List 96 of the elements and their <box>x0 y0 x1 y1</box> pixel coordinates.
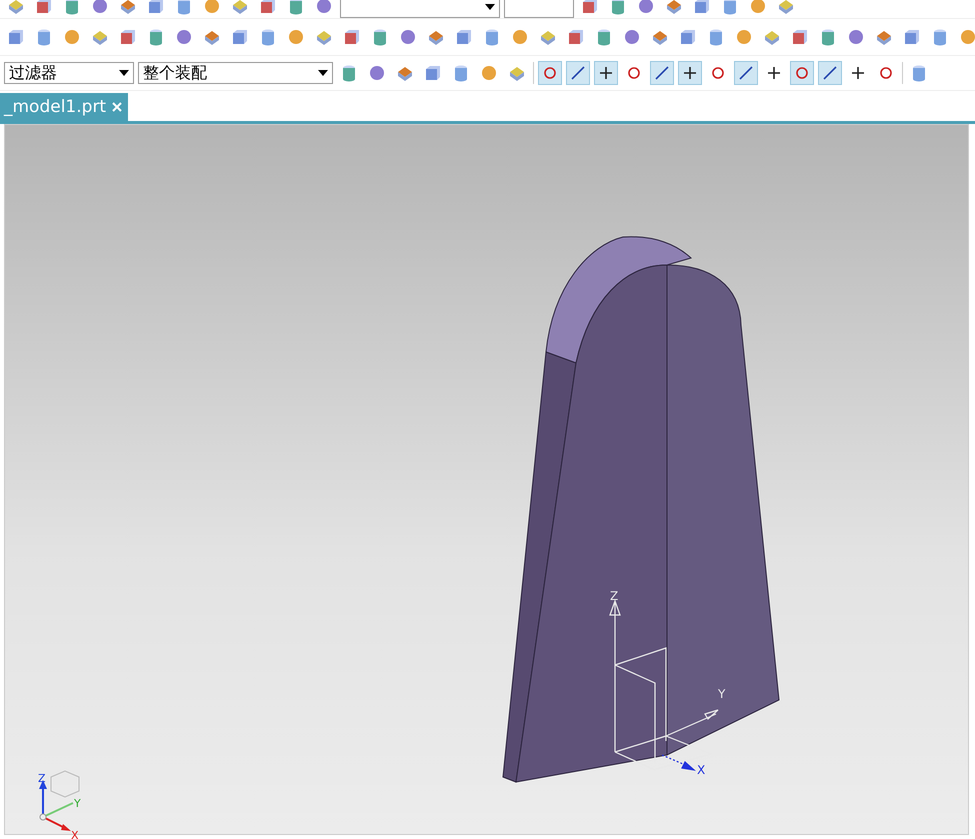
toolbar-icon <box>91 0 109 15</box>
toolbar-icon <box>483 28 501 46</box>
toolbar-icon <box>931 28 949 46</box>
snap-button[interactable] <box>734 61 758 85</box>
axis-label: Y <box>74 797 81 810</box>
toolbar-icon <box>396 64 414 82</box>
toolbar-icon <box>147 28 165 46</box>
snap-icon <box>878 65 894 81</box>
toolbar-icon <box>623 28 641 46</box>
toolbar-icon <box>203 0 221 15</box>
caret-icon <box>318 70 328 76</box>
toolbar-icon <box>637 0 655 15</box>
scope-dropdown[interactable]: 整个装配 <box>138 62 333 84</box>
snap-button[interactable] <box>678 61 702 85</box>
snap-icon <box>570 65 586 81</box>
toolbar-icon <box>315 0 333 15</box>
toolbar-icon <box>508 64 526 82</box>
toolbar-icon <box>343 28 361 46</box>
caret-icon <box>119 70 129 76</box>
toolbar-icon <box>609 0 627 15</box>
toolbar-icon <box>959 28 975 46</box>
axis-label: Z <box>610 589 618 603</box>
toolbar-icon <box>791 28 809 46</box>
toolbar-icon <box>847 28 865 46</box>
snap-icon <box>766 65 782 81</box>
snap-icon <box>542 65 558 81</box>
toolbar-icon <box>287 28 305 46</box>
toolbar-icon <box>175 28 193 46</box>
close-icon[interactable] <box>112 102 122 112</box>
toolbar-icon <box>903 28 921 46</box>
toolbar-icon <box>875 28 893 46</box>
snap-icon <box>682 65 698 81</box>
toolbar-icon <box>749 0 767 15</box>
toolbar-icon <box>63 28 81 46</box>
toolbar-icon <box>340 64 358 82</box>
toolbar-icon <box>7 28 25 46</box>
toolbar-icon <box>231 0 249 15</box>
snap-icon <box>710 65 726 81</box>
toolbar-icon <box>91 28 109 46</box>
caret-icon <box>485 4 495 10</box>
toolbar-icon <box>651 28 669 46</box>
toolbar-icon <box>665 0 683 15</box>
toolbar-icon <box>424 64 442 82</box>
toolbar-icon <box>35 0 53 15</box>
toolbar-icon <box>511 28 529 46</box>
toolbar-icon <box>203 28 221 46</box>
view-triad-drawing <box>39 770 80 831</box>
toolbar-icon <box>259 0 277 15</box>
toolbar-icon <box>480 64 498 82</box>
axis-label: Y <box>718 687 726 701</box>
toolbar-icon <box>399 28 417 46</box>
snap-icon <box>850 65 866 81</box>
toolbar-icon <box>175 0 193 15</box>
toolbar-icon <box>721 0 739 15</box>
filter-dropdown[interactable]: 过滤器 <box>4 62 134 84</box>
toolbar-icon <box>595 28 613 46</box>
toolbar-icon <box>368 64 386 82</box>
axis-label: X <box>697 763 706 777</box>
toolbar-icon <box>371 28 389 46</box>
toolbar-icon <box>777 0 795 15</box>
snap-button[interactable] <box>818 61 842 85</box>
input-field[interactable] <box>504 0 574 18</box>
axis-label: Z <box>38 772 46 785</box>
toolbar-icon <box>119 28 137 46</box>
toolbar-icon <box>231 28 249 46</box>
toolbar-icon <box>910 64 928 82</box>
snap-button[interactable] <box>566 61 590 85</box>
toolbar-icon <box>693 0 711 15</box>
snap-button[interactable] <box>650 61 674 85</box>
snap-icon <box>626 65 642 81</box>
toolbar-icon <box>427 28 445 46</box>
snap-icon <box>598 65 614 81</box>
toolbar-icon <box>707 28 725 46</box>
toolbar-icon <box>119 0 137 15</box>
toolbar-icon <box>735 28 753 46</box>
toolbar-icon <box>819 28 837 46</box>
toolbar-icon <box>63 0 81 15</box>
snap-icon <box>794 65 810 81</box>
command-search-field[interactable] <box>340 0 500 18</box>
toolbar-icon <box>287 0 305 15</box>
toolbar-icon <box>539 28 557 46</box>
toolbar-icon <box>679 28 697 46</box>
snap-button[interactable] <box>594 61 618 85</box>
snap-icon <box>738 65 754 81</box>
snap-icon <box>822 65 838 81</box>
toolbar-icon <box>763 28 781 46</box>
toolbar-icon <box>581 0 599 15</box>
toolbar-icon <box>259 28 277 46</box>
toolbar-icon <box>455 28 473 46</box>
toolbar-icon <box>567 28 585 46</box>
toolbar-icon <box>35 28 53 46</box>
toolbar-icon <box>147 0 165 15</box>
toolbar-icon <box>7 0 25 15</box>
snap-icon <box>654 65 670 81</box>
toolbar-icon <box>315 28 333 46</box>
toolbar-icon <box>452 64 470 82</box>
